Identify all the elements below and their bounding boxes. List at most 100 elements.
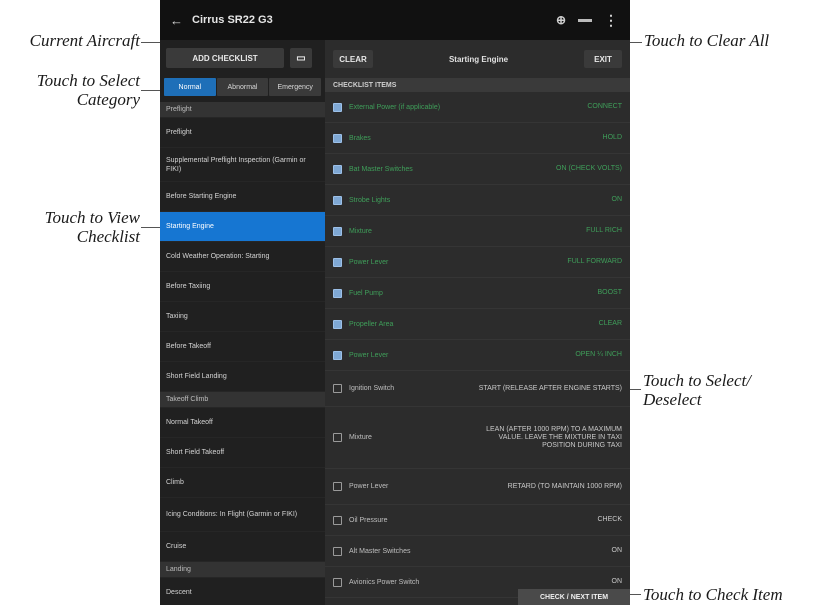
overflow-menu-icon[interactable]: ⋮ <box>604 13 618 27</box>
checked-checkbox[interactable] <box>333 319 342 329</box>
checklist-list-item[interactable]: Cruise <box>160 532 325 562</box>
checklist-item-text: Power Lever <box>349 483 389 490</box>
callout-text: Touch to Check Item <box>643 585 783 604</box>
checklist-item-text: Alt Master Switches <box>349 547 411 555</box>
checklist-item-row[interactable]: Strobe Lights ON <box>325 185 630 216</box>
list-item-label: Before Takeoff <box>166 343 211 350</box>
checklist-item-text: Avionics Power Switch <box>349 578 420 586</box>
exit-button[interactable]: EXIT <box>584 50 622 68</box>
list-item-label: Taxiing <box>166 313 188 320</box>
checklist-title: Starting Engine <box>448 54 509 64</box>
check-item-callout: Touch to Check Item <box>643 585 783 604</box>
unchecked-checkbox[interactable] <box>333 384 342 393</box>
list-item-label: Before Taxiing <box>166 283 211 290</box>
checklist-list-item[interactable]: Supplemental Preflight Inspection (Garmi… <box>160 148 325 182</box>
checklist-list-item[interactable]: Cold Weather Operation: Starting <box>160 242 325 272</box>
tab-emergency[interactable]: Emergency <box>269 78 322 96</box>
checklist-list-item[interactable]: Preflight <box>160 118 325 148</box>
list-item-label: Preflight <box>166 129 192 136</box>
edit-icon[interactable]: ▭ <box>290 48 312 68</box>
checklist-list-item[interactable]: Short Field Landing <box>160 362 325 392</box>
checklist-item-row[interactable]: Bat Master Switches ON (CHECK VOLTS) <box>325 154 630 185</box>
unchecked-checkbox[interactable] <box>333 433 342 442</box>
checklist-list-item[interactable]: Before Starting Engine <box>160 182 325 212</box>
clear-button[interactable]: CLEAR <box>333 50 373 68</box>
checked-checkbox[interactable] <box>333 226 342 236</box>
checked-checkbox[interactable] <box>333 288 342 298</box>
checklist-list-item[interactable]: Before Taxiing <box>160 272 325 302</box>
list-item-label: Supplemental Preflight Inspection (Garmi… <box>166 156 306 173</box>
checklist-item-row[interactable]: Alt Master Switches ON <box>325 536 630 567</box>
checklist-item-row[interactable]: Oil Pressure CHECK <box>325 505 630 536</box>
category-section-header: Takeoff Climb <box>160 392 325 408</box>
checklist-item-action: ON <box>611 578 623 585</box>
checklist-list-item[interactable]: Icing Conditions: In Flight (Garmin or F… <box>160 498 325 532</box>
callout-text: Checklist <box>76 227 140 246</box>
callout-text: Touch to Select <box>36 71 140 90</box>
checklist-item-row[interactable]: Ignition Switch START (RELEASE AFTER ENGI… <box>325 371 630 407</box>
checklist-list-item[interactable]: Before Takeoff <box>160 332 325 362</box>
checklist-item-row[interactable]: Power Lever FULL FORWARD <box>325 247 630 278</box>
right-actions: CLEAR Starting Engine EXIT <box>325 40 630 78</box>
plug-icon[interactable]: ⊕ <box>556 13 566 27</box>
unchecked-checkbox[interactable] <box>333 577 342 587</box>
list-item-label: Normal Takeoff <box>166 419 213 426</box>
left-actions: ADD CHECKLIST ▭ <box>160 40 325 76</box>
checklist-item-row[interactable]: External Power (if applicable) CONNECT <box>325 92 630 123</box>
callout-text: Touch to Select/ <box>643 371 751 390</box>
checklist-item-action: HOLD <box>602 134 622 141</box>
checklist-item-row[interactable]: Propeller Area CLEAR <box>325 309 630 340</box>
unchecked-checkbox[interactable] <box>333 515 342 525</box>
aircraft-title[interactable]: Cirrus SR22 G3 <box>192 14 273 26</box>
list-item-label: Preflight <box>166 106 192 113</box>
checklist-item-text: Bat Master Switches <box>349 165 413 173</box>
checklist-item-action: OPEN ¼ INCH <box>575 351 622 358</box>
checked-checkbox[interactable] <box>333 195 342 205</box>
checklist-list-item[interactable]: Starting Engine <box>160 212 325 242</box>
checklist-list-item[interactable]: Descent <box>160 578 325 605</box>
checklist-list-item[interactable]: Short Field Takeoff <box>160 438 325 468</box>
callout-text: Touch to View <box>44 208 140 227</box>
checklist-item-action: CONNECT <box>587 103 622 110</box>
checklist-item-row[interactable]: Power Lever RETARD (TO MAINTAIN 1000 RPM) <box>325 469 630 505</box>
checklist-item-row[interactable]: Mixture LEAN (AFTER 1000 RPM) TO A MAXIMU… <box>325 407 630 469</box>
unchecked-checkbox[interactable] <box>333 482 342 491</box>
current-aircraft-callout: Current Aircraft <box>2 31 140 50</box>
checklist-item-row[interactable]: Mixture FULL RICH <box>325 216 630 247</box>
checked-checkbox[interactable] <box>333 133 342 143</box>
checklist-list-item[interactable]: Normal Takeoff <box>160 408 325 438</box>
checklist-item-action: CHECK <box>597 516 622 523</box>
checklist-item-row[interactable]: Fuel Pump BOOST <box>325 278 630 309</box>
callout-text: Category <box>76 90 140 109</box>
list-item-label: Short Field Landing <box>166 373 227 380</box>
category-tabs: Normal Abnormal Emergency <box>164 78 322 96</box>
connection-icon[interactable] <box>578 18 592 22</box>
back-arrow-icon[interactable]: ← <box>170 13 186 28</box>
category-section-header: Landing <box>160 562 325 578</box>
checked-checkbox[interactable] <box>333 164 342 174</box>
checklist-item-text: Strobe Lights <box>349 196 391 204</box>
checklist-item-action: RETARD (TO MAINTAIN 1000 RPM) <box>507 482 622 490</box>
checked-checkbox[interactable] <box>333 257 342 267</box>
checklist-item-action: ON (CHECK VOLTS) <box>556 165 622 172</box>
add-checklist-button[interactable]: ADD CHECKLIST <box>166 48 284 68</box>
select-deselect-callout: Touch to Select/ Deselect <box>643 371 751 409</box>
checklist-item-text: External Power (if applicable) <box>349 103 441 111</box>
checked-checkbox[interactable] <box>333 102 342 112</box>
checklist-list-item[interactable]: Climb <box>160 468 325 498</box>
checklist-item-text: Ignition Switch <box>349 385 395 392</box>
check-next-item-button[interactable]: CHECK / NEXT ITEM <box>518 589 630 605</box>
clear-all-callout: Touch to Clear All <box>644 31 769 50</box>
checklist-list-item[interactable]: Taxiing <box>160 302 325 332</box>
checklist-item-action: CLEAR <box>598 320 622 327</box>
checklist-item-text: Mixture <box>349 227 372 235</box>
tab-normal[interactable]: Normal <box>164 78 216 96</box>
checklist-item-text: Mixture <box>349 434 372 441</box>
checklist-item-row[interactable]: Brakes HOLD <box>325 123 630 154</box>
checklist-item-action: START (RELEASE AFTER ENGINE STARTS) <box>478 384 622 392</box>
checklist-item-row[interactable]: Power Lever OPEN ¼ INCH <box>325 340 630 371</box>
checklist-item-action: ON <box>611 547 623 554</box>
checked-checkbox[interactable] <box>333 350 342 360</box>
unchecked-checkbox[interactable] <box>333 546 342 556</box>
tab-abnormal[interactable]: Abnormal <box>216 78 269 96</box>
